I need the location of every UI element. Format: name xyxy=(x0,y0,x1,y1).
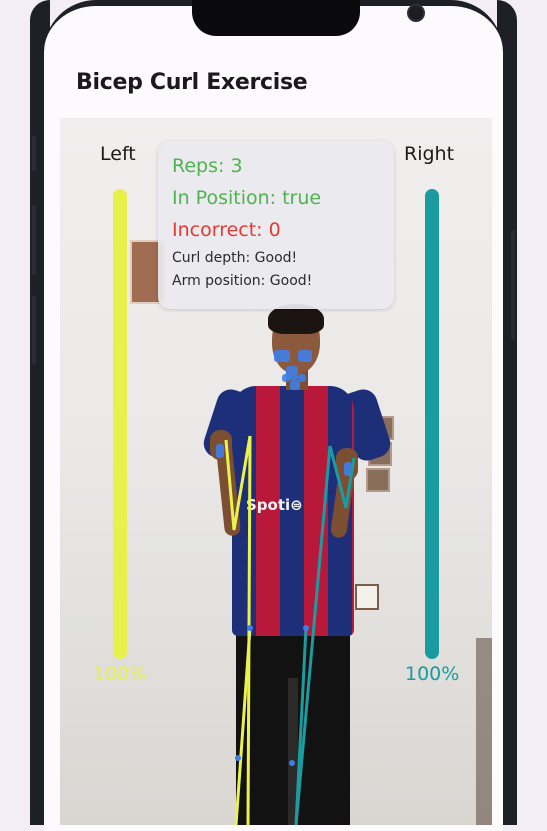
phone-volume-up xyxy=(32,205,36,275)
front-camera-icon xyxy=(407,4,425,22)
stats-panel: Reps: 3 In Position: true Incorrect: 0 C… xyxy=(158,141,394,309)
phone-mute-switch xyxy=(32,135,36,171)
in-position-status: In Position: true xyxy=(172,187,322,209)
right-bar-label: Right xyxy=(404,143,455,165)
pose-landmark xyxy=(303,625,309,631)
notch xyxy=(192,0,425,36)
left-progress-percent: 100% xyxy=(93,663,148,685)
curl-depth-feedback: Curl depth: Good! xyxy=(172,250,298,266)
pose-landmark xyxy=(289,760,295,766)
arm-position-feedback: Arm position: Good! xyxy=(172,273,313,289)
right-progress-bar xyxy=(425,189,439,659)
right-progress-fill xyxy=(425,189,439,659)
phone-volume-down xyxy=(32,295,36,365)
page-title: Bicep Curl Exercise xyxy=(76,70,308,95)
pose-landmark xyxy=(235,755,241,761)
phone-power-button xyxy=(511,230,515,340)
right-progress-percent: 100% xyxy=(405,663,460,685)
left-progress-bar xyxy=(113,189,127,659)
left-progress-fill xyxy=(113,189,127,659)
incorrect-count: Incorrect: 0 xyxy=(172,219,281,241)
skeleton-right-arm xyxy=(328,445,356,509)
skeleton-left-arm xyxy=(224,435,252,531)
pose-landmark xyxy=(247,625,253,631)
skeleton-right-body xyxy=(294,445,332,825)
reps-count: Reps: 3 xyxy=(172,155,243,177)
left-bar-label: Left xyxy=(100,143,136,165)
